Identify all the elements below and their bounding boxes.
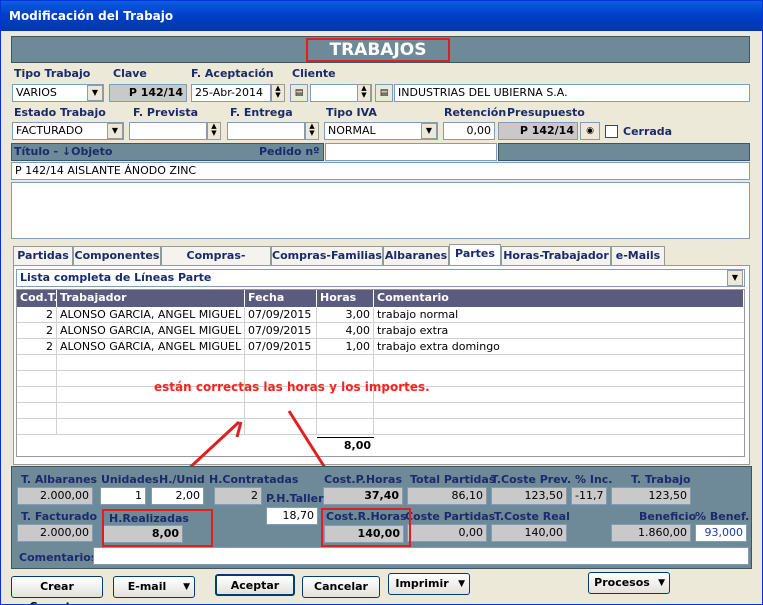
comentarios-label: Comentarios [19,551,98,564]
t-coste-prev-value: 123,50 [491,487,567,505]
h-contratadas-value: 2 [214,487,262,505]
imprimir-label: Imprimir [395,577,449,590]
t-trabajo-label: T. Trabajo [631,473,691,486]
pct-inc-value: -11,7 [571,487,607,505]
h-unid-label: H./Unid [159,473,205,486]
h-unid-field[interactable]: 2,00 [151,487,204,505]
imprimir-button[interactable]: Imprimir ▼ [388,573,470,595]
aceptar-button[interactable]: Aceptar [215,574,295,596]
beneficio-label: Beneficio [639,510,697,523]
p-h-taller-label: P.H.Taller [266,492,324,505]
t-coste-real-label: T.Coste Real [494,510,570,523]
pct-benef-value: 93,000 [695,524,747,542]
cost-p-horas-label: Cost.P.Horas [324,473,402,486]
highlight-cost-r-horas [321,508,411,547]
t-albaranes-value: 2.000,00 [17,487,93,505]
highlight-h-realizadas [102,509,213,547]
coste-partidas-label: Coste Partidas [405,510,496,523]
cost-p-horas-value: 37,40 [323,487,403,505]
main-window: Modificación del Trabajo TRABAJOS Tipo T… [0,0,763,605]
h-contratadas-label: H.Contratadas [209,473,299,486]
t-albaranes-label: T. Albaranes [21,473,98,486]
t-facturado-label: T. Facturado [21,510,98,523]
total-partidas-value: 86,10 [407,487,487,505]
pct-inc-label: % Inc. [575,473,613,486]
t-coste-real-value: 140,00 [491,524,567,542]
coste-partidas-value: 0,00 [407,524,487,542]
email-label: E-mail [127,580,167,593]
crear-carpetas-button[interactable]: Crear Carpetas [11,576,103,604]
comentarios-field[interactable] [93,547,749,565]
cancelar-button[interactable]: Cancelar [302,576,380,598]
unidades-field[interactable]: 1 [100,487,146,505]
chevron-down-icon: ▼ [458,579,465,589]
t-trabajo-value: 123,50 [611,487,691,505]
chevron-down-icon: ▼ [183,582,190,592]
chevron-down-icon: ▼ [658,578,665,588]
procesos-button[interactable]: Procesos ▼ [588,572,670,594]
email-button[interactable]: E-mail ▼ [113,576,195,598]
t-coste-prev-label: T.Coste Prev. [491,473,572,486]
beneficio-value: 1.860,00 [611,524,691,542]
procesos-label: Procesos [594,576,650,589]
p-h-taller-field[interactable]: 18,70 [266,507,318,525]
t-facturado-value: 2.000,00 [17,524,93,542]
pct-benef-label: % Benef. [695,510,750,523]
unidades-label: Unidades [101,473,159,486]
total-partidas-label: Total Partidas [410,473,496,486]
